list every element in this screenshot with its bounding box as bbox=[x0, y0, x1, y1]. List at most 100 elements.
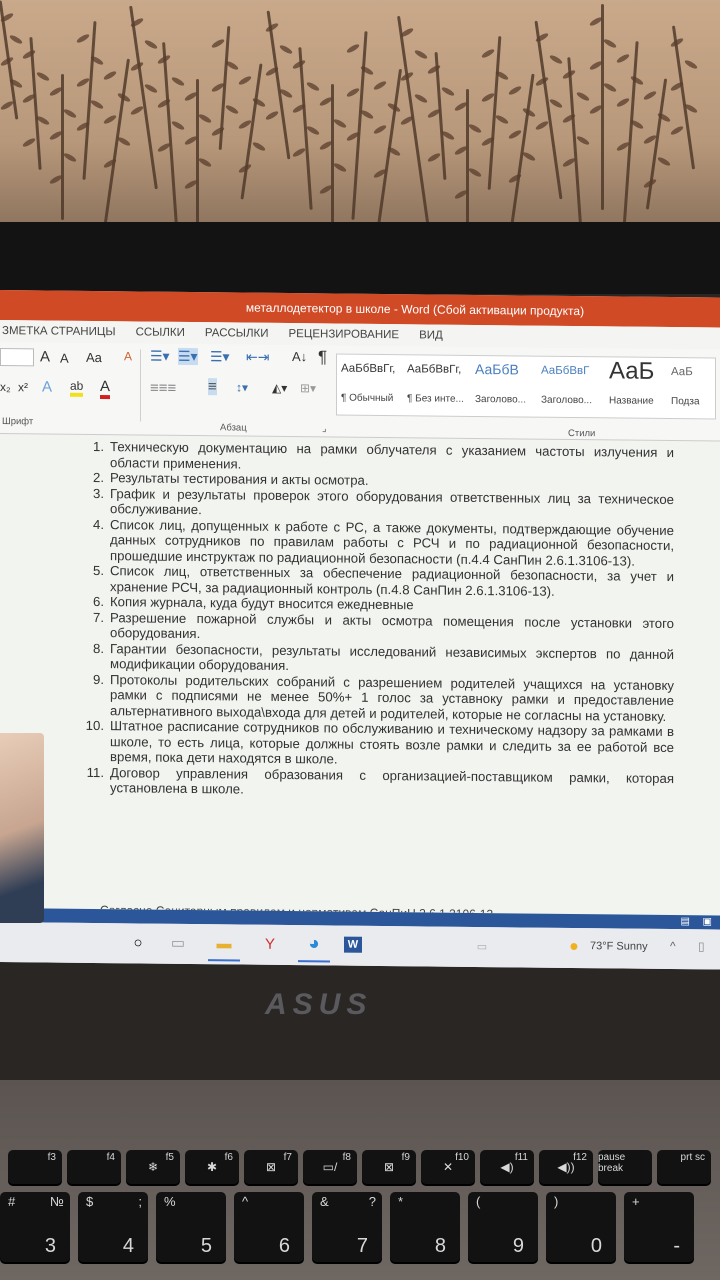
pilcrow-icon[interactable]: ¶ bbox=[318, 347, 327, 367]
style-normal[interactable]: ¶ Обычный bbox=[341, 393, 393, 405]
curtain-pattern bbox=[575, 90, 591, 103]
key-label: f11 bbox=[514, 1152, 528, 1163]
group-font-label: Шрифт bbox=[2, 416, 34, 428]
task-view-icon[interactable]: ▭ bbox=[166, 932, 190, 954]
style-sample[interactable]: АаБбВвГг, bbox=[341, 363, 395, 376]
curtain-pattern bbox=[75, 32, 91, 45]
multilevel-list-icon[interactable]: ☰▾ bbox=[210, 348, 230, 365]
style-title[interactable]: Название bbox=[609, 395, 654, 406]
curtain-pattern bbox=[237, 74, 253, 87]
superscript-button[interactable]: x² bbox=[18, 380, 28, 394]
tab-review[interactable]: РЕЦЕНЗИРОВАНИЕ bbox=[289, 328, 400, 341]
tab-mailings[interactable]: РАССЫЛКИ bbox=[205, 327, 269, 340]
key-icon: ◀)) bbox=[557, 1160, 575, 1174]
key-label: f6 bbox=[224, 1152, 233, 1163]
document-body[interactable]: 1. Техническую документацию на рамки облу… bbox=[84, 439, 674, 802]
key-5[interactable]: % 5 bbox=[156, 1192, 226, 1262]
tray-device-icon[interactable]: ▯ bbox=[698, 939, 705, 953]
keyboard-icon[interactable]: ▭ bbox=[470, 935, 494, 957]
list-number: 5. bbox=[93, 562, 104, 579]
curtain-background bbox=[0, 0, 720, 235]
weather-sun-icon: ● bbox=[569, 937, 579, 956]
read-mode-icon[interactable]: ▤ bbox=[681, 916, 690, 927]
file-explorer-icon[interactable]: ▬ bbox=[208, 932, 240, 962]
change-case-button[interactable]: Aa bbox=[86, 350, 102, 365]
key-main-char: 3 bbox=[44, 1235, 56, 1257]
key-6[interactable]: ^ 6 bbox=[234, 1192, 304, 1262]
numbering-icon[interactable]: ☰▾ bbox=[178, 347, 198, 366]
key-0[interactable]: ) 0 bbox=[546, 1192, 616, 1262]
cortana-icon[interactable]: ○ bbox=[126, 931, 150, 953]
key-f3[interactable]: f3 bbox=[8, 1150, 62, 1184]
key-9[interactable]: (9 bbox=[468, 1192, 538, 1262]
key-f7[interactable]: f7 ⊠ bbox=[244, 1150, 298, 1184]
key-pause-break[interactable]: pause break bbox=[598, 1150, 652, 1184]
key-4[interactable]: $; 4 bbox=[78, 1192, 148, 1262]
list-number: 10. bbox=[85, 717, 104, 734]
line-spacing-icon[interactable]: ↕▾ bbox=[236, 380, 248, 394]
key-prt-sc[interactable]: prt sc bbox=[657, 1150, 711, 1184]
style-no-spacing[interactable]: ¶ Без инте... bbox=[407, 393, 464, 405]
text-effects-icon[interactable]: A bbox=[42, 378, 52, 395]
word-icon[interactable]: W bbox=[344, 936, 362, 953]
key-alt-char: ? bbox=[368, 1194, 376, 1209]
curtain-pattern bbox=[534, 119, 550, 132]
key-f4[interactable]: f4 bbox=[67, 1150, 121, 1184]
grow-font-button[interactable]: A bbox=[40, 348, 50, 365]
key-shift-char: * bbox=[398, 1194, 404, 1209]
curtain-pattern bbox=[102, 113, 118, 126]
key-8[interactable]: * 8 bbox=[390, 1192, 460, 1262]
font-size-dropdown[interactable] bbox=[0, 348, 34, 367]
key-f8[interactable]: f8 ▭/ bbox=[303, 1150, 357, 1184]
key-f11[interactable]: f11 ◀) bbox=[480, 1150, 534, 1184]
curtain-pattern bbox=[494, 113, 510, 126]
borders-icon[interactable]: ⊞▾ bbox=[300, 381, 316, 395]
highlight-icon[interactable]: ab bbox=[70, 378, 84, 397]
curtain-pattern bbox=[602, 81, 618, 94]
tab-references[interactable]: ССЫЛКИ bbox=[136, 326, 185, 339]
indent-icons[interactable]: ⇤⇥ bbox=[246, 349, 269, 366]
clear-format-icon[interactable]: A bbox=[124, 349, 132, 363]
list-text: Протоколы родительских собраний с разреш… bbox=[110, 671, 674, 724]
key-f9[interactable]: f9 ⊠ bbox=[362, 1150, 416, 1184]
curtain-pattern bbox=[372, 123, 388, 136]
style-sample[interactable]: АаБбВвГг, bbox=[407, 363, 461, 376]
tray-chevron-icon[interactable]: ^ bbox=[670, 939, 676, 953]
subscript-button[interactable]: x₂ bbox=[0, 380, 11, 394]
laptop-screen: металлодетектор в школе - Word (Сбой акт… bbox=[0, 290, 720, 970]
style-heading-2[interactable]: Заголово... bbox=[541, 395, 592, 407]
style-sample[interactable]: АаБбВ bbox=[475, 361, 519, 377]
print-layout-icon[interactable]: ▣ bbox=[703, 916, 712, 927]
shading-icon[interactable]: ◭▾ bbox=[272, 381, 287, 395]
bullets-icon[interactable]: ☰▾ bbox=[150, 348, 170, 365]
edge-icon[interactable]: ◕ bbox=[298, 933, 330, 963]
tab-page-layout[interactable]: ЗМЕТКА СТРАНИЦЫ bbox=[2, 325, 116, 338]
font-color-icon[interactable]: A bbox=[100, 378, 111, 400]
key-f12[interactable]: f12 ◀)) bbox=[539, 1150, 593, 1184]
curtain-pattern bbox=[332, 161, 348, 174]
key-f5[interactable]: f5 ❄ bbox=[126, 1150, 180, 1184]
key-f10[interactable]: f10 ✕ bbox=[421, 1150, 475, 1184]
curtain-pattern bbox=[620, 41, 639, 235]
key-3[interactable]: # № 3 bbox=[0, 1192, 70, 1262]
shrink-font-button[interactable]: A bbox=[60, 351, 69, 366]
curtain-pattern bbox=[278, 43, 294, 56]
dialog-launcher-icon[interactable]: ⌟ bbox=[322, 423, 326, 434]
yandex-browser-icon[interactable]: Y bbox=[258, 933, 282, 955]
style-sample[interactable]: АаБ bbox=[609, 357, 654, 385]
style-sample[interactable]: АаБбВвГ bbox=[541, 365, 589, 378]
style-subtitle[interactable]: Подза bbox=[671, 396, 700, 407]
curtain-pattern bbox=[196, 79, 199, 235]
key--[interactable]: + - bbox=[624, 1192, 694, 1262]
justify-icon[interactable]: ≡ bbox=[208, 378, 217, 396]
sort-icon[interactable]: A↓ bbox=[292, 349, 307, 364]
tab-view[interactable]: ВИД bbox=[419, 329, 443, 341]
key-f6[interactable]: f6 ✱ bbox=[185, 1150, 239, 1184]
align-icons[interactable]: ≡≡≡ bbox=[150, 380, 176, 397]
curtain-pattern bbox=[671, 25, 696, 170]
weather-text[interactable]: 73°F Sunny bbox=[590, 940, 648, 953]
style-heading-1[interactable]: Заголово... bbox=[475, 394, 526, 406]
curtain-pattern bbox=[567, 57, 584, 235]
key-7[interactable]: &? 7 bbox=[312, 1192, 382, 1262]
style-sample[interactable]: АаБ bbox=[671, 366, 693, 378]
